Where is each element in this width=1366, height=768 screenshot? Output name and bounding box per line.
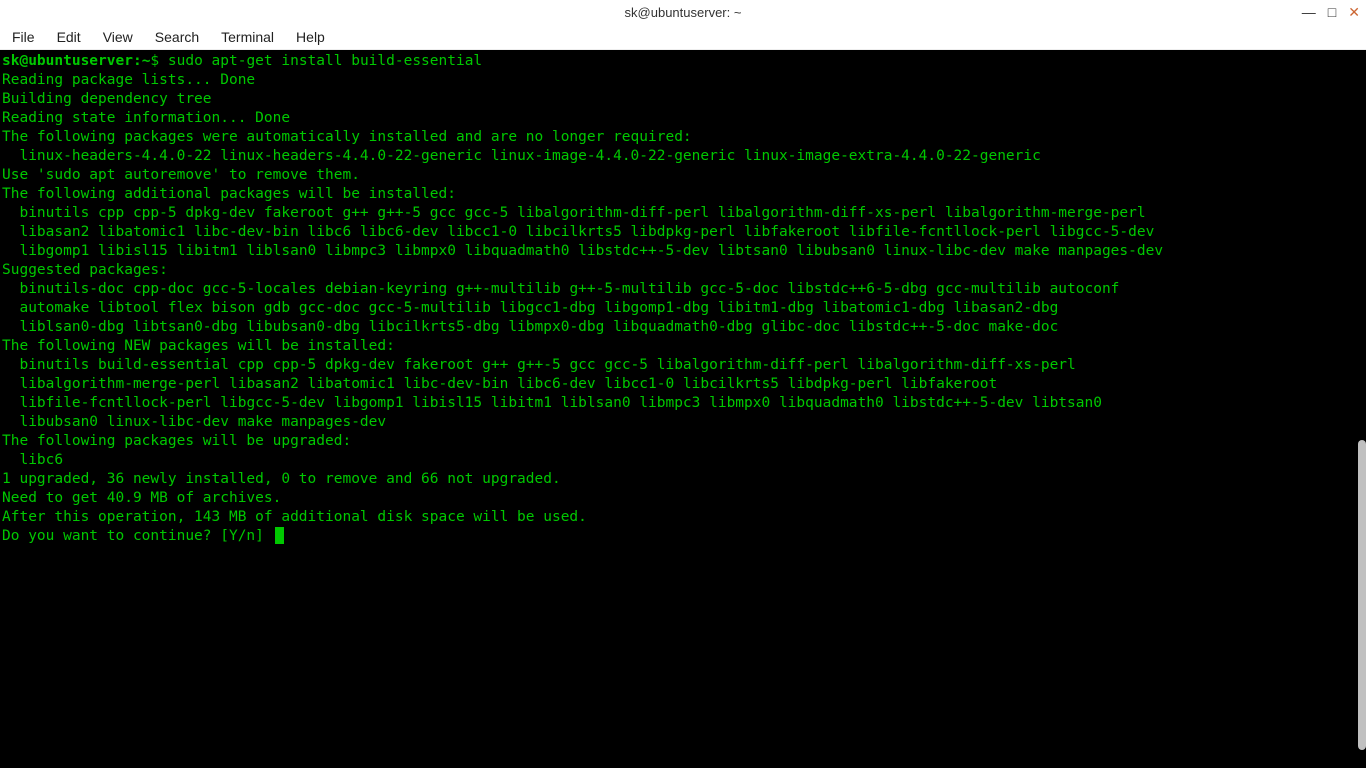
terminal-output-line: The following packages were automaticall… xyxy=(2,128,1364,147)
menu-terminal[interactable]: Terminal xyxy=(217,27,278,47)
scrollbar-thumb[interactable] xyxy=(1358,440,1366,750)
terminal-output-line: libgomp1 libisl15 libitm1 liblsan0 libmp… xyxy=(2,242,1364,261)
terminal-output-line: After this operation, 143 MB of addition… xyxy=(2,508,1364,527)
close-button[interactable]: ✕ xyxy=(1348,5,1360,19)
terminal-output-line: Do you want to continue? [Y/n] xyxy=(2,527,1364,546)
terminal-output-line: Reading package lists... Done xyxy=(2,71,1364,90)
prompt-dollar: $ xyxy=(150,53,159,69)
terminal-output-line: binutils build-essential cpp cpp-5 dpkg-… xyxy=(2,356,1364,375)
maximize-button[interactable]: □ xyxy=(1328,5,1336,19)
terminal-output-line: Reading state information... Done xyxy=(2,109,1364,128)
terminal-output-line: automake libtool flex bison gdb gcc-doc … xyxy=(2,299,1364,318)
terminal-output-line: Use 'sudo apt autoremove' to remove them… xyxy=(2,166,1364,185)
terminal-output-line: libalgorithm-merge-perl libasan2 libatom… xyxy=(2,375,1364,394)
menu-view[interactable]: View xyxy=(99,27,137,47)
terminal-output-line: liblsan0-dbg libtsan0-dbg libubsan0-dbg … xyxy=(2,318,1364,337)
terminal-prompt-line: sk@ubuntuserver:~$ sudo apt-get install … xyxy=(2,52,1364,71)
menu-edit[interactable]: Edit xyxy=(53,27,85,47)
terminal-output-line: The following NEW packages will be insta… xyxy=(2,337,1364,356)
terminal-output-line: libasan2 libatomic1 libc-dev-bin libc6 l… xyxy=(2,223,1364,242)
terminal-output-line: libfile-fcntllock-perl libgcc-5-dev libg… xyxy=(2,394,1364,413)
terminal-output-line: Suggested packages: xyxy=(2,261,1364,280)
terminal-output-line: binutils-doc cpp-doc gcc-5-locales debia… xyxy=(2,280,1364,299)
terminal-output-line: binutils cpp cpp-5 dpkg-dev fakeroot g++… xyxy=(2,204,1364,223)
menu-bar: File Edit View Search Terminal Help xyxy=(0,24,1366,50)
terminal-output-line: Need to get 40.9 MB of archives. xyxy=(2,489,1364,508)
terminal-output-line: The following packages will be upgraded: xyxy=(2,432,1364,451)
title-bar: sk@ubuntuserver: ~ — □ ✕ xyxy=(0,0,1366,24)
prompt-command: sudo apt-get install build-essential xyxy=(159,53,482,69)
terminal-viewport[interactable]: sk@ubuntuserver:~$ sudo apt-get install … xyxy=(0,50,1366,768)
prompt-separator: : xyxy=(133,53,142,69)
terminal-cursor xyxy=(275,527,284,544)
minimize-button[interactable]: — xyxy=(1302,5,1316,19)
terminal-output-line: The following additional packages will b… xyxy=(2,185,1364,204)
menu-file[interactable]: File xyxy=(8,27,39,47)
prompt-user-host: sk@ubuntuserver xyxy=(2,53,133,69)
menu-help[interactable]: Help xyxy=(292,27,329,47)
terminal-output-line: libc6 xyxy=(2,451,1364,470)
menu-search[interactable]: Search xyxy=(151,27,203,47)
terminal-output-line: linux-headers-4.4.0-22 linux-headers-4.4… xyxy=(2,147,1364,166)
window-controls: — □ ✕ xyxy=(1302,0,1360,24)
window-title: sk@ubuntuserver: ~ xyxy=(625,5,742,20)
terminal-output-text: Do you want to continue? [Y/n] xyxy=(2,528,273,544)
terminal-output-line: 1 upgraded, 36 newly installed, 0 to rem… xyxy=(2,470,1364,489)
terminal-output-line: Building dependency tree xyxy=(2,90,1364,109)
terminal-output-line: libubsan0 linux-libc-dev make manpages-d… xyxy=(2,413,1364,432)
